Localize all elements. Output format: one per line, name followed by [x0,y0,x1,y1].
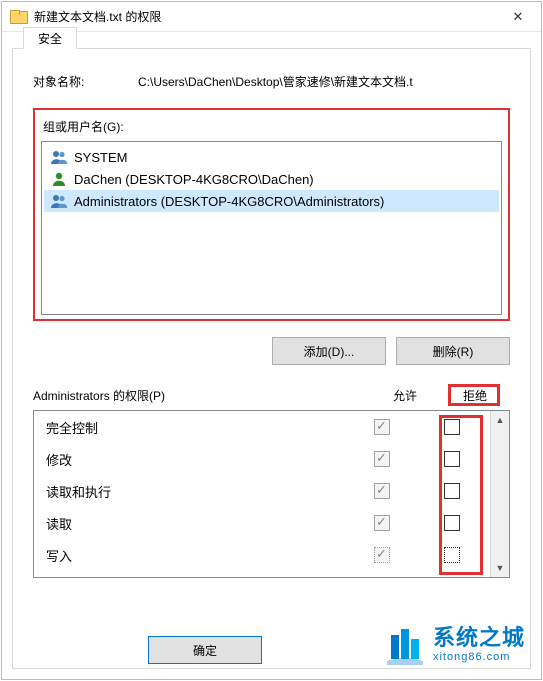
user-icon [48,170,70,188]
allow-column-header: 允许 [370,387,440,404]
principal-row[interactable]: DaChen (DESKTOP-4KG8CRO\DaChen) [44,168,499,190]
groups-label: 组或用户名(G): [43,118,502,135]
permission-row: 修改 [34,443,487,475]
permission-name: 完全控制 [46,418,347,437]
watermark-logo-icon [385,625,425,665]
permission-row: 读取和执行 [34,475,487,507]
watermark-url: xitong86.com [433,651,525,663]
permission-row: 读取 [34,507,487,539]
annotation-red-box-groups: 组或用户名(G): SYSTEM DaChen (DESKTOP-4KG8CRO\… [33,108,510,321]
principal-name: DaChen (DESKTOP-4KG8CRO\DaChen) [74,172,314,187]
deny-checkbox[interactable] [444,419,460,435]
close-button[interactable]: ✕ [495,2,541,31]
remove-button[interactable]: 删除(R) [396,337,510,365]
dialog-content: 安全 对象名称: C:\Users\DaChen\Desktop\管家速修\新建… [12,48,531,669]
scrollbar[interactable]: ▲ ▼ [490,411,509,577]
watermark: 系统之城 xitong86.com [385,625,525,665]
allow-checkbox [374,483,390,499]
principal-name: SYSTEM [74,150,127,165]
principal-row[interactable]: Administrators (DESKTOP-4KG8CRO\Administ… [44,190,499,212]
scroll-down-icon[interactable]: ▼ [491,559,509,577]
deny-checkbox[interactable] [444,483,460,499]
deny-checkbox[interactable] [444,451,460,467]
permission-row: 写入 [34,539,487,571]
permission-name: 读取 [46,514,347,533]
permission-row: 完全控制 [34,411,487,443]
permission-name: 写入 [46,546,347,565]
window-title: 新建文本文档.txt 的权限 [34,8,161,25]
allow-checkbox [374,451,390,467]
object-name-label: 对象名称: [33,73,138,90]
principal-name: Administrators (DESKTOP-4KG8CRO\Administ… [74,194,384,209]
group-icon [48,192,70,210]
deny-checkbox[interactable] [444,515,460,531]
permission-list: 完全控制修改读取和执行读取写入 ▲ ▼ [33,410,510,578]
folder-icon [10,10,26,24]
permission-name: 修改 [46,450,347,469]
allow-checkbox [374,547,390,563]
ok-button[interactable]: 确定 [148,636,262,664]
principal-row[interactable]: SYSTEM [44,146,499,168]
deny-checkbox[interactable] [444,547,460,563]
watermark-text: 系统之城 [433,627,525,649]
scroll-up-icon[interactable]: ▲ [491,411,509,429]
deny-column-header: 拒绝 [463,389,487,403]
permission-name: 读取和执行 [46,482,347,501]
permissions-header: Administrators 的权限(P) [33,387,370,404]
allow-checkbox [374,419,390,435]
principal-list[interactable]: SYSTEM DaChen (DESKTOP-4KG8CRO\DaChen) Adm… [41,141,502,315]
object-path: C:\Users\DaChen\Desktop\管家速修\新建文本文档.t [138,73,413,90]
tab-security[interactable]: 安全 [23,27,77,49]
title-bar: 新建文本文档.txt 的权限 ✕ [2,2,541,32]
group-icon [48,148,70,166]
add-button[interactable]: 添加(D)... [272,337,386,365]
allow-checkbox [374,515,390,531]
